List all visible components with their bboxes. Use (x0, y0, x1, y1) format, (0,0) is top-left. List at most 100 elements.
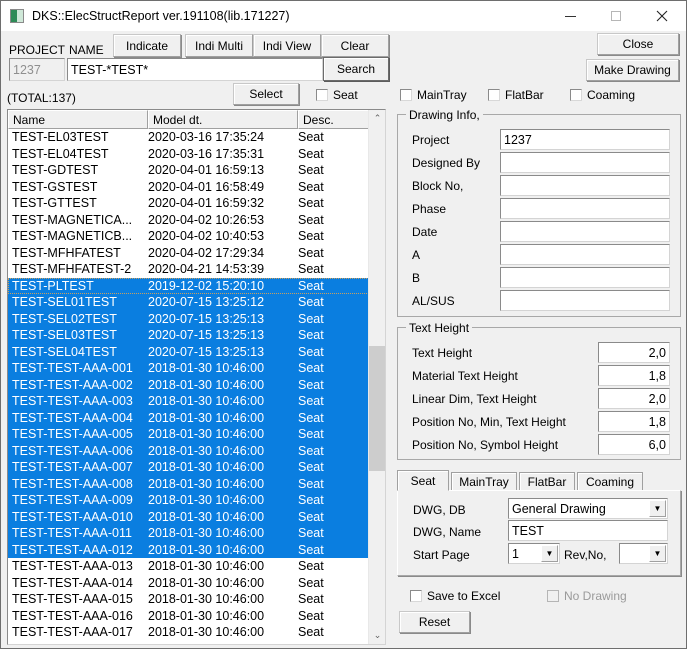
table-row[interactable]: TEST-TEST-AAA-017 2018-01-30 10:46:00 Seat (8, 624, 385, 641)
checkbox-coaming[interactable]: Coaming (570, 88, 635, 102)
drawing-info-label-5: A (412, 248, 421, 262)
table-row[interactable]: TEST-GTTEST 2020-04-01 16:59:32 Seat (8, 195, 385, 212)
checkbox-flat-bar[interactable]: FlatBar (488, 88, 544, 102)
drawing-info-input-4[interactable] (500, 221, 670, 242)
table-row[interactable]: TEST-TEST-AAA-012 2018-01-30 10:46:00 Seat (8, 541, 385, 558)
text-height-input-3[interactable]: 1,8 (598, 411, 670, 432)
name-label: NAME (69, 43, 104, 57)
text-height-input-2[interactable]: 2,0 (598, 388, 670, 409)
cell-desc: Seat (298, 212, 324, 227)
table-row[interactable]: TEST-TEST-AAA-009 2018-01-30 10:46:00 Seat (8, 492, 385, 509)
table-row[interactable]: TEST-GSTEST 2020-04-01 16:58:49 Seat (8, 179, 385, 196)
table-row[interactable]: TEST-TEST-AAA-013 2018-01-30 10:46:00 Seat (8, 558, 385, 575)
drawing-info-input-2[interactable] (500, 175, 670, 196)
dwg-db-combo[interactable]: General Drawing ▼ (508, 498, 668, 519)
table-row[interactable]: TEST-TEST-AAA-007 2018-01-30 10:46:00 Seat (8, 459, 385, 476)
table-row[interactable]: TEST-TEST-AAA-006 2018-01-30 10:46:00 Seat (8, 442, 385, 459)
cell-desc: Seat (298, 394, 324, 409)
drawing-info-input-7[interactable] (500, 290, 670, 311)
make-drawing-button[interactable]: Make Drawing (586, 59, 679, 81)
table-row[interactable]: TEST-MAGNETICA... 2020-04-02 10:26:53 Seat (8, 212, 385, 229)
chevron-down-icon[interactable]: ▼ (541, 545, 558, 562)
table-row[interactable]: TEST-TEST-AAA-005 2018-01-30 10:46:00 Seat (8, 426, 385, 443)
column-header-desc[interactable]: Desc. (298, 110, 371, 129)
close-window-button[interactable] (639, 1, 685, 31)
indicate-button[interactable]: Indicate (113, 34, 181, 57)
table-row[interactable]: TEST-TEST-AAA-002 2018-01-30 10:46:00 Seat (8, 376, 385, 393)
drawing-info-input-5[interactable] (500, 244, 670, 265)
table-row[interactable]: TEST-TEST-AAA-001 2018-01-30 10:46:00 Seat (8, 360, 385, 377)
chevron-down-icon[interactable]: ▼ (649, 500, 666, 517)
table-row[interactable]: TEST-TEST-AAA-003 2018-01-30 10:46:00 Seat (8, 393, 385, 410)
checkbox-save-to-excel[interactable]: Save to Excel (410, 589, 500, 603)
column-header-name[interactable]: Name (8, 110, 148, 129)
drawing-info-input-6[interactable] (500, 267, 670, 288)
table-row[interactable]: TEST-TEST-AAA-014 2018-01-30 10:46:00 Seat (8, 575, 385, 592)
text-height-input-4[interactable]: 6,0 (598, 434, 670, 455)
list-vertical-scrollbar[interactable]: ⌃ ⌄ (368, 110, 385, 644)
table-row[interactable]: TEST-TEST-AAA-0182018-01-30 10:46:00Seat (8, 641, 385, 644)
table-row[interactable]: TEST-EL04TEST 2020-03-16 17:35:31 Seat (8, 146, 385, 163)
tab-coaming[interactable]: Coaming (577, 472, 643, 491)
start-page-combo[interactable]: 1 ▼ (508, 543, 560, 564)
tab-seat[interactable]: Seat (397, 470, 449, 491)
drawing-info-input-0[interactable]: 1237 (500, 129, 670, 150)
table-row[interactable]: TEST-TEST-AAA-004 2018-01-30 10:46:00 Seat (8, 409, 385, 426)
tab-strip: Seat MainTray FlatBar Coaming (397, 470, 681, 491)
dwg-name-label: DWG, Name (413, 525, 482, 539)
minimize-button[interactable] (547, 1, 593, 31)
scroll-down-icon[interactable]: ⌄ (369, 627, 385, 644)
reset-button[interactable]: Reset (399, 611, 470, 633)
text-height-input-0[interactable]: 2,0 (598, 342, 670, 363)
application-window: DKS::ElecStructReport ver.191108(lib.171… (0, 0, 687, 649)
cell-name: TEST-MAGNETICB... (12, 229, 133, 244)
select-button[interactable]: Select (233, 83, 299, 105)
drawing-info-input-1[interactable] (500, 152, 670, 173)
scrollbar-thumb[interactable] (369, 346, 385, 471)
table-row[interactable]: TEST-SEL03TEST 2020-07-15 13:25:13 Seat (8, 327, 385, 344)
checkbox-main-tray[interactable]: MainTray (400, 88, 467, 102)
name-search-input[interactable]: TEST-*TEST* (67, 58, 323, 81)
indi-view-button[interactable]: Indi View (253, 34, 321, 57)
chevron-down-icon[interactable]: ▼ (649, 545, 666, 562)
table-row[interactable]: TEST-TEST-AAA-015 2018-01-30 10:46:00 Seat (8, 591, 385, 608)
cell-model-dt: 2018-01-30 10:46:00 (148, 526, 265, 541)
search-button[interactable]: Search (323, 57, 389, 81)
cell-desc: Seat (298, 262, 324, 277)
cell-desc: Seat (298, 592, 324, 607)
table-row[interactable]: TEST-GDTEST 2020-04-01 16:59:13 Seat (8, 162, 385, 179)
cell-desc: Seat (298, 377, 324, 392)
start-page-label: Start Page (413, 548, 470, 562)
tab-maintray[interactable]: MainTray (451, 472, 517, 491)
column-header-model-dt[interactable]: Model dt. (148, 110, 298, 129)
table-row[interactable]: TEST-MFHFATEST-2 2020-04-21 14:53:39 Seat (8, 261, 385, 278)
text-height-title: Text Height (406, 321, 473, 335)
text-height-input-1[interactable]: 1,8 (598, 365, 670, 386)
indi-multi-button[interactable]: Indi Multi (185, 34, 253, 57)
checkbox-seat[interactable]: Seat (316, 88, 358, 102)
drawing-info-input-3[interactable] (500, 198, 670, 219)
table-row[interactable]: TEST-TEST-AAA-016 2018-01-30 10:46:00 Seat (8, 608, 385, 625)
table-row[interactable]: TEST-TEST-AAA-011 2018-01-30 10:46:00 Seat (8, 525, 385, 542)
table-row[interactable]: TEST-MFHFATEST 2020-04-02 17:29:34 Seat (8, 245, 385, 262)
rev-no-combo[interactable]: ▼ (619, 543, 668, 564)
cell-name: TEST-TEST-AAA-013 (12, 559, 133, 574)
close-button[interactable]: Close (597, 33, 679, 55)
table-row[interactable]: TEST-TEST-AAA-010 2018-01-30 10:46:00 Seat (8, 508, 385, 525)
checkbox-coaming-label: Coaming (587, 88, 636, 102)
table-row[interactable]: TEST-SEL02TEST 2020-07-15 13:25:13 Seat (8, 310, 385, 327)
table-row[interactable]: TEST-TEST-AAA-008 2018-01-30 10:46:00 Seat (8, 475, 385, 492)
clear-button[interactable]: Clear (321, 34, 389, 57)
cell-model-dt: 2018-01-30 10:46:00 (148, 427, 265, 442)
maximize-button[interactable] (593, 1, 639, 31)
cell-model-dt: 2018-01-30 10:46:00 (148, 608, 265, 623)
table-row[interactable]: TEST-SEL04TEST 2020-07-15 13:25:13 Seat (8, 343, 385, 360)
table-row[interactable]: TEST-SEL01TEST 2020-07-15 13:25:12 Seat (8, 294, 385, 311)
table-row[interactable]: TEST-PLTEST 2019-12-02 15:20:10 Seat (8, 277, 385, 294)
report-list[interactable]: Name Model dt. Desc. TEST-EL03TEST 2020-0… (7, 109, 386, 645)
scroll-up-icon[interactable]: ⌃ (369, 110, 385, 127)
table-row[interactable]: TEST-MAGNETICB... 2020-04-02 10:40:53 Seat (8, 228, 385, 245)
tab-flatbar[interactable]: FlatBar (519, 472, 575, 491)
table-row[interactable]: TEST-EL03TEST 2020-03-16 17:35:24 Seat (8, 129, 385, 146)
dwg-name-input[interactable]: TEST (508, 520, 668, 541)
